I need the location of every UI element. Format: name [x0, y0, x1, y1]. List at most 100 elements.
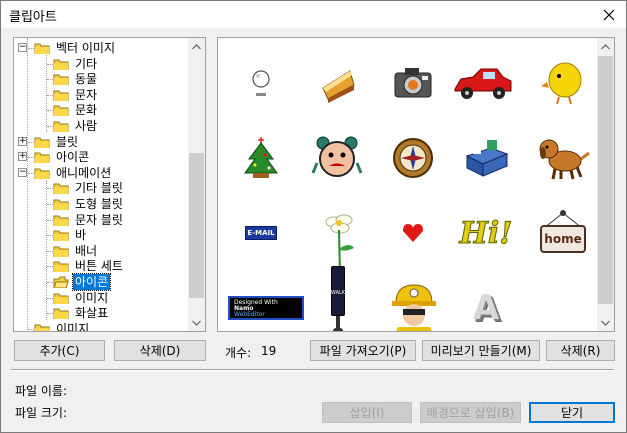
tree-item-label: 버튼 세트 — [75, 259, 123, 274]
delete-file-button[interactable]: 삭제(R) — [546, 340, 615, 361]
tree-scroll-thumb[interactable] — [189, 153, 204, 298]
heart-clip[interactable] — [378, 198, 448, 268]
email-label: E-MAIL — [245, 226, 277, 240]
title-bar: 클립아트 — [1, 1, 626, 28]
worker-icon — [392, 284, 436, 331]
folder-icon — [53, 261, 69, 273]
tree-item[interactable]: 동물 — [53, 71, 99, 87]
folder-icon — [53, 74, 69, 86]
alarm-clock-clip[interactable] — [303, 123, 373, 193]
tree-scrollbar[interactable] — [188, 38, 205, 331]
category-tree[interactable]: − 벡터 이미지 기타 동물 문자 문화 사람 + 블릿 + 아이콘 − 애니메이션 기타 블릿 도형 블릿… — [13, 37, 206, 332]
home-label: home — [544, 232, 582, 246]
webeditor-banner: Designed With Namo WebEditor — [228, 296, 304, 320]
tree-item-label: 문자 — [75, 87, 98, 102]
folder-open-icon — [53, 276, 69, 288]
tree-item[interactable]: 문화 — [53, 102, 99, 118]
clipart-grid[interactable]: E-MAIL Hi! home Designed With Namo WebEd… — [217, 37, 615, 332]
grid-scrollbar[interactable] — [597, 38, 614, 331]
folder-icon — [53, 199, 69, 210]
cake-clip[interactable] — [303, 48, 373, 118]
webeditor-banner-clip[interactable]: Designed With Namo WebEditor — [226, 273, 306, 331]
banner-line3: WebEditor — [234, 311, 265, 318]
tree-item[interactable]: 사람 — [53, 118, 99, 134]
walk-signal: WALK — [323, 265, 353, 331]
tree-item[interactable]: 기타 블릿 — [53, 180, 125, 196]
tree-item-label: 블릿 — [56, 134, 79, 149]
bulb-icon — [252, 70, 270, 96]
tree-item[interactable]: 도형 블릿 — [53, 196, 125, 212]
collapse-icon[interactable]: − — [18, 43, 27, 52]
tree-item[interactable]: 이미지 — [34, 321, 91, 332]
dog-clip[interactable] — [528, 123, 598, 193]
grid-scroll-down-arrow[interactable] — [597, 314, 614, 331]
make-preview-button[interactable]: 미리보기 만들기(M) — [422, 340, 540, 361]
hi-clip[interactable]: Hi! — [451, 198, 521, 268]
dog-icon — [539, 139, 590, 180]
insert-as-background-button[interactable]: 배경으로 삽입(B) — [420, 402, 521, 423]
tree-item-label: 화살표 — [75, 306, 109, 321]
walk-label: WALK — [330, 289, 346, 296]
scroll-down-arrow[interactable] — [188, 314, 205, 331]
home-sign: home — [538, 208, 588, 258]
camera-clip[interactable] — [378, 48, 448, 118]
close-dialog-button[interactable]: 닫기 — [529, 402, 615, 423]
christmas-tree-clip[interactable] — [226, 123, 296, 193]
tree-item-label: 기타 — [75, 56, 98, 71]
tree-item[interactable]: 블릿 — [34, 134, 80, 150]
tree-item-label: 동물 — [75, 72, 98, 87]
tree-item[interactable]: 문자 블릿 — [53, 212, 125, 228]
scroll-up-arrow[interactable] — [188, 38, 205, 55]
expand-icon[interactable]: + — [18, 152, 27, 162]
desk-clip[interactable] — [451, 123, 521, 193]
add-category-button[interactable]: 추가(C) — [14, 340, 105, 361]
compass-icon — [393, 138, 433, 178]
hi-text: Hi! — [459, 215, 513, 251]
worker-clip[interactable] — [378, 273, 448, 331]
tree-item[interactable]: 기타 — [53, 56, 99, 72]
walk-signal-clip[interactable]: WALK — [303, 263, 373, 331]
tree-item-label: 문자 블릿 — [75, 212, 123, 227]
tree-item[interactable]: 이미지 — [53, 290, 110, 306]
chick-icon — [541, 62, 582, 105]
home-sign-clip[interactable]: home — [528, 198, 598, 268]
grid-scroll-thumb[interactable] — [598, 56, 613, 304]
tree-item[interactable]: 버튼 세트 — [53, 258, 125, 274]
tree-item[interactable]: 애니메이션 — [34, 165, 113, 181]
email-clip[interactable]: E-MAIL — [226, 198, 296, 268]
folder-icon — [34, 152, 50, 164]
clipart-dialog: 클립아트 − 벡터 이미지 기타 동물 문자 문화 사람 + 블릿 + 아이콘 − 애니메이션 기타 블릿… — [0, 0, 627, 433]
delete-category-button[interactable]: 삭제(D) — [114, 340, 206, 361]
car-clip[interactable] — [448, 48, 518, 118]
tree-item[interactable]: 아이콘 — [53, 273, 112, 291]
letter-a-clip[interactable]: A — [451, 273, 521, 331]
tree-item-label: 배너 — [75, 243, 98, 258]
tree-item[interactable]: 벡터 이미지 — [34, 40, 117, 56]
tree-item[interactable]: 바 — [53, 227, 88, 243]
tree-item[interactable]: 배너 — [53, 243, 99, 259]
car-icon — [454, 68, 512, 99]
insert-button[interactable]: 삽입(I) — [322, 402, 412, 423]
tree-item[interactable]: 화살표 — [53, 305, 110, 321]
desk-icon — [465, 140, 509, 177]
chick-clip[interactable] — [528, 48, 598, 118]
folder-icon — [53, 230, 69, 242]
letter-a: A — [472, 288, 500, 328]
grid-scroll-up-arrow[interactable] — [597, 38, 614, 55]
tree-item-label: 아이콘 — [56, 150, 90, 165]
close-icon — [603, 9, 615, 20]
tree-item-label: 사람 — [75, 119, 98, 133]
tree-item[interactable]: 아이콘 — [34, 149, 91, 165]
expand-icon[interactable]: + — [18, 136, 27, 146]
tree-item[interactable]: 문자 — [53, 87, 99, 103]
import-file-button[interactable]: 파일 가져오기(P) — [310, 340, 416, 361]
close-button[interactable] — [592, 1, 626, 28]
compass-clip[interactable] — [378, 123, 448, 193]
cake-icon — [322, 70, 355, 103]
count-value: 19 — [261, 344, 277, 358]
bulb-clip[interactable] — [226, 48, 296, 118]
folder-icon — [53, 246, 69, 257]
tree-item-label: 이미지 — [56, 321, 90, 332]
tree-item-label: 아이콘 — [71, 273, 112, 291]
collapse-icon[interactable]: − — [18, 167, 27, 177]
